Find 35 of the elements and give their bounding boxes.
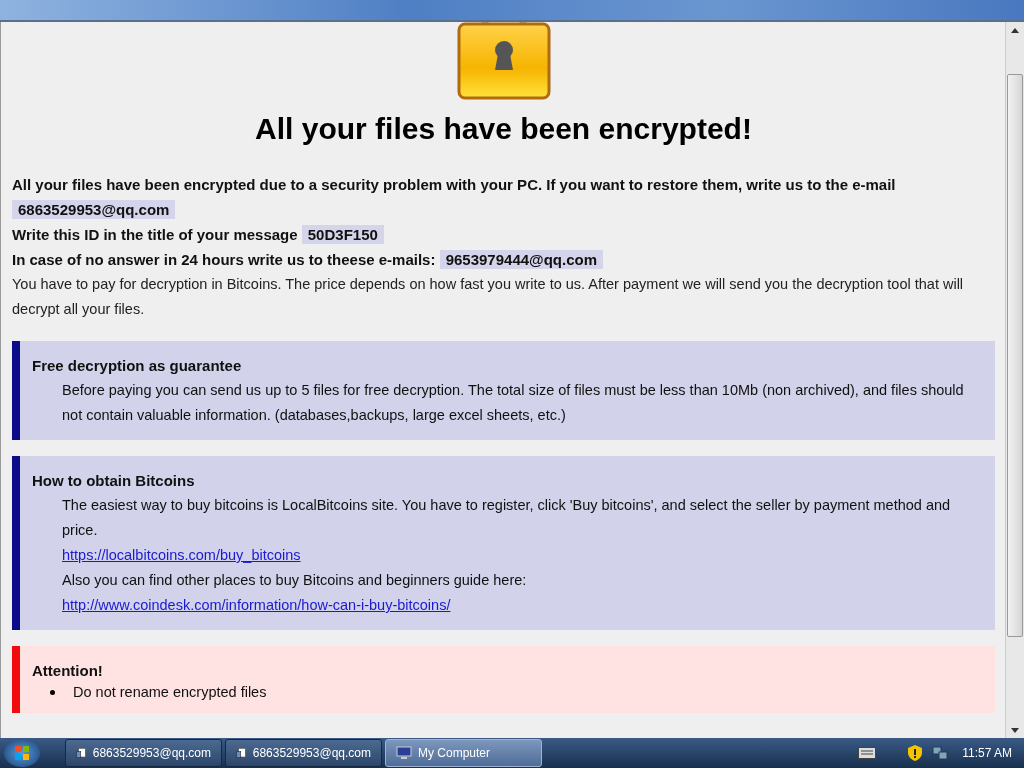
- highlighted-code: 50D3F150: [301, 225, 384, 244]
- instruction-text: In case of no answer in 24 hours write us to theese e-mails:: [12, 251, 436, 268]
- taskbar-button[interactable]: 6863529953@qq.com: [225, 739, 382, 767]
- link[interactable]: http://www.coindesk.com/information/how-can-i-buy-bitcoins/: [62, 597, 451, 613]
- payment-note: You have to pay for decryption in Bitcoins. The price depends on how fast you write to us. After payment we will send you the decryption tool that will decrypt all your files.: [12, 275, 965, 319]
- document-icon: [76, 745, 87, 761]
- shield-icon[interactable]: [908, 745, 923, 761]
- panel-text: The easiest way to buy bitcoins is LocalBitcoins site. You have to register, click 'Buy bitcoins', and select the seller by payment method and price.: [62, 496, 952, 540]
- highlighted-code: 9653979444@qq.com: [439, 250, 604, 269]
- panel-title: How to obtain Bitcoins: [32, 471, 196, 491]
- taskbar-button[interactable]: 6863529953@qq.com: [65, 739, 222, 767]
- bullet-icon: [50, 689, 55, 695]
- page-heading: All your files have been encrypted!: [254, 112, 753, 146]
- taskbar-button[interactable]: My Computer: [385, 739, 542, 767]
- panel-text: Also you can find other places to buy Bitcoins and beginners guide here:: [62, 571, 528, 590]
- list-item: Do not rename encrypted files: [73, 683, 267, 701]
- clock: 11:57 AM: [962, 746, 1012, 760]
- link[interactable]: https://localbitcoins.com/buy_bitcoins: [62, 547, 301, 563]
- start-button[interactable]: [4, 739, 40, 767]
- padlock-icon: [456, 22, 551, 100]
- panel-title: Free decryption as guarantee: [32, 356, 243, 376]
- network-icon[interactable]: [932, 745, 949, 761]
- panel-title: Attention!: [32, 661, 104, 681]
- scroll-thumb[interactable]: [1007, 74, 1023, 637]
- scroll-up-icon[interactable]: [1011, 28, 1019, 33]
- panel-text: Before paying you can send us up to 5 files for free decryption. The total size of files must be less than 10Mb (non archived), and files should not contain valuable information. (databases,backups, large excel sheets, etc.): [62, 381, 965, 425]
- document-icon: [236, 745, 247, 761]
- highlighted-code: 6863529953@qq.com: [12, 200, 176, 219]
- computer-icon: [396, 745, 412, 761]
- scrollbar[interactable]: [1005, 22, 1024, 738]
- scroll-down-icon[interactable]: [1011, 728, 1019, 733]
- instruction-text: Write this ID in the title of your message: [12, 226, 298, 243]
- instruction-text: All your files have been encrypted due to a security problem with your PC. If you want to restore them, write us to the e-mail: [12, 176, 896, 193]
- keyboard-icon[interactable]: [858, 747, 877, 759]
- windows-logo-icon: [14, 745, 30, 761]
